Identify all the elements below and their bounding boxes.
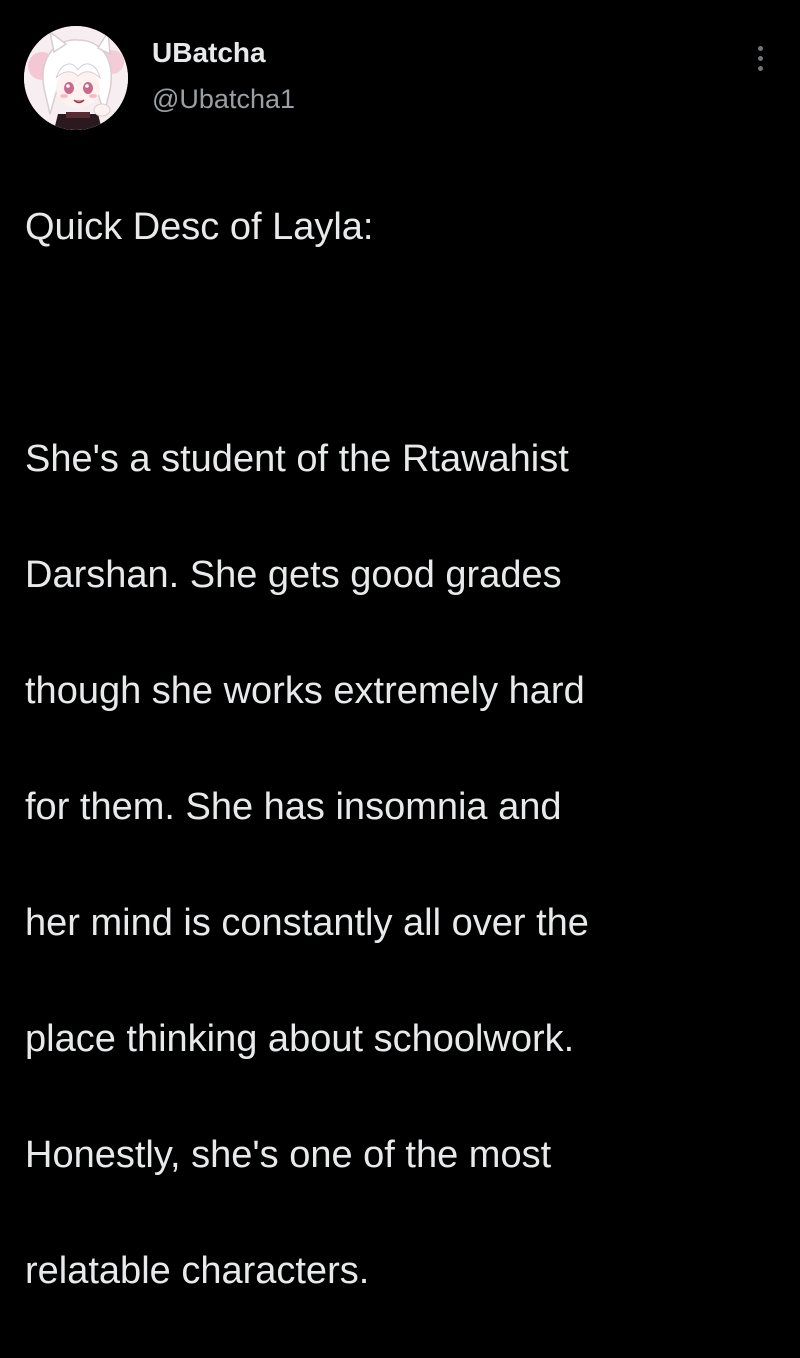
avatar[interactable] [24,26,128,130]
tweet-text-line: though she works extremely hard [25,670,585,712]
more-vertical-icon [757,45,763,51]
tweet-text-line: She's a student of the Rtawahist [25,438,569,480]
more-vertical-icon-dot [757,55,763,61]
tweet-text-line: Quick Desc of Layla: [25,206,374,248]
author-handle[interactable]: @Ubatcha1 [152,82,295,116]
tweet-text-line: relatable characters. [25,1250,370,1292]
tweet-text-line: Darshan. She gets good grades [25,554,562,596]
tweet-text-line: Honestly, she's one of the most [25,1134,552,1176]
tweet-text: Quick Desc of Layla: She's a student of … [25,140,785,1358]
anime-character-avatar-icon [24,26,128,130]
tweet-text-line: place thinking about schoolwork. [25,1018,575,1060]
more-options-button[interactable] [746,36,774,80]
author-display-name[interactable]: UBatcha [152,36,266,70]
more-vertical-icon-dot [757,65,763,71]
tweet-card: UBatcha @Ubatcha1 Quick Desc of Layla: S… [0,0,800,1292]
tweet-text-line: for them. She has insomnia and [25,786,562,828]
tweet-text-line: her mind is constantly all over the [25,902,589,944]
tweet-text-line [25,314,785,372]
